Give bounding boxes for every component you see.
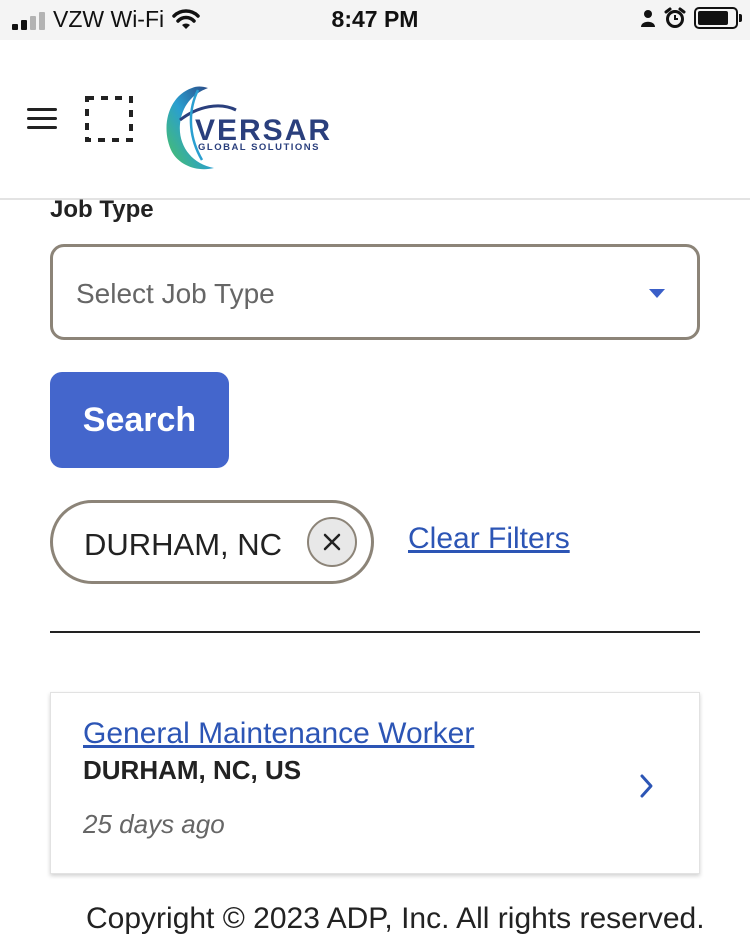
job-posted-date: 25 days ago [83, 809, 225, 839]
focus-frame-icon[interactable] [85, 96, 133, 142]
caret-down-icon [649, 289, 665, 298]
job-result-card[interactable]: General Maintenance Worker DURHAM, NC, U… [50, 692, 700, 874]
job-type-label: Job Type [50, 196, 154, 223]
job-type-placeholder: Select Job Type [76, 278, 275, 309]
person-icon [641, 10, 655, 27]
close-icon [323, 533, 341, 551]
filter-chip-label: DURHAM, NC [84, 527, 283, 562]
clear-filters-link[interactable]: Clear Filters [408, 522, 570, 556]
job-type-select[interactable]: Select Job Type [50, 244, 700, 340]
location-filter-chip: DURHAM, NC [50, 500, 374, 584]
job-location: DURHAM, NC, US [83, 755, 302, 785]
alarm-icon [664, 7, 686, 28]
battery-icon [694, 7, 742, 29]
divider [50, 631, 700, 633]
job-title-link[interactable]: General Maintenance Worker [83, 717, 474, 751]
remove-filter-button[interactable] [307, 517, 357, 567]
chevron-right-icon[interactable] [639, 773, 655, 799]
search-button[interactable]: Search [50, 372, 229, 468]
logo-tagline: GLOBAL SOLUTIONS [198, 142, 320, 153]
hamburger-menu-icon[interactable] [27, 108, 59, 132]
status-bar: VZW Wi-Fi 8:47 PM [0, 0, 750, 40]
copyright-text: Copyright © 2023 ADP, Inc. All rights re… [86, 902, 705, 935]
status-right [640, 7, 742, 29]
site-header: VERSAR GLOBAL SOLUTIONS [0, 40, 750, 200]
clock: 8:47 PM [331, 6, 419, 32]
